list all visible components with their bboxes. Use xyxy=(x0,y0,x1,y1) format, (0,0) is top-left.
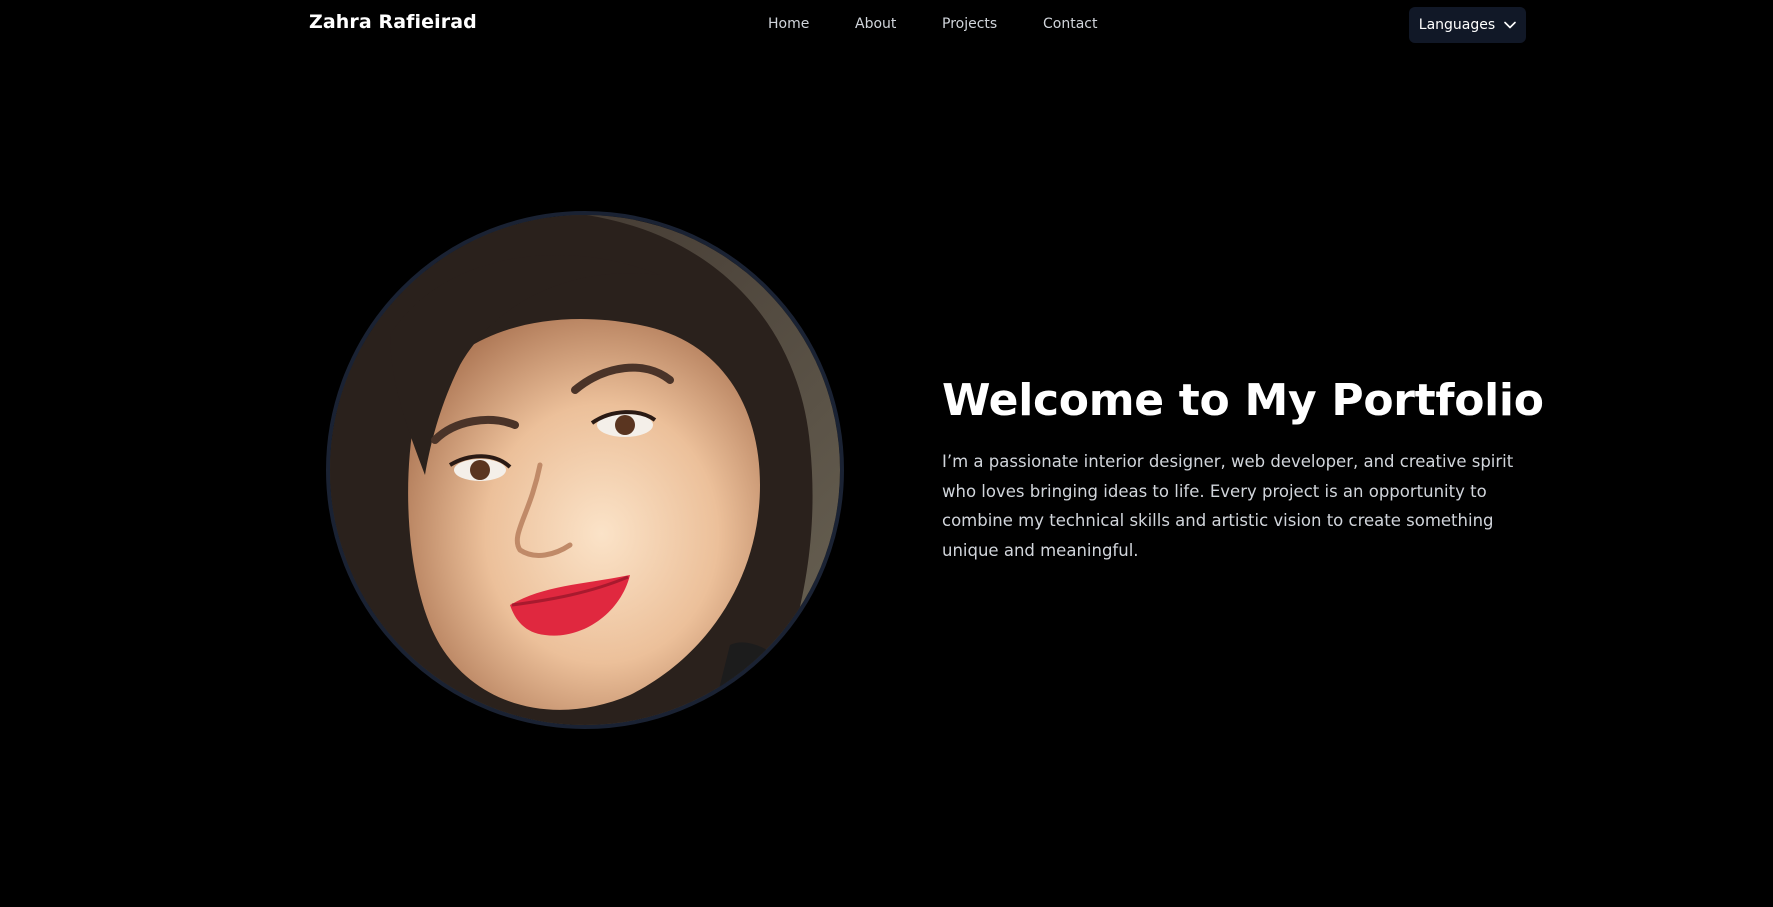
hero-description: I’m a passionate interior designer, web … xyxy=(942,452,1514,560)
languages-dropdown-button[interactable]: Languages xyxy=(1409,7,1526,43)
hero-text-block: Welcome to My Portfolio I’m a passionate… xyxy=(942,375,1544,565)
nav-link-home[interactable]: Home xyxy=(768,16,809,32)
languages-label: Languages xyxy=(1418,17,1496,33)
nav-link-about[interactable]: About xyxy=(855,16,896,32)
portrait-illustration xyxy=(330,215,840,725)
site-header: Zahra Rafieirad Home About Projects Cont… xyxy=(0,0,1773,50)
page: Zahra Rafieirad Home About Projects Cont… xyxy=(0,0,1773,907)
hero-title: Welcome to My Portfolio xyxy=(942,375,1544,426)
nav-link-projects[interactable]: Projects xyxy=(942,16,997,32)
chevron-down-icon xyxy=(1504,21,1516,29)
nav-link-contact[interactable]: Contact xyxy=(1043,16,1097,32)
profile-photo xyxy=(326,211,844,729)
